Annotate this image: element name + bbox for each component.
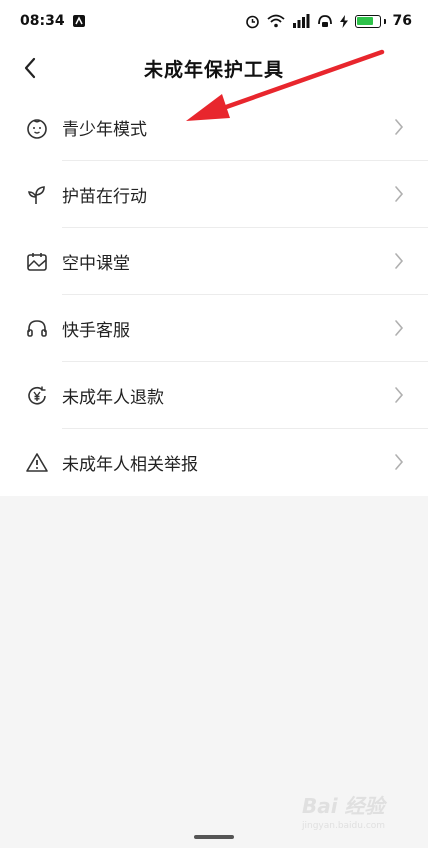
menu-item-label: 未成年人相关举报	[62, 455, 198, 475]
warning-icon	[24, 450, 50, 476]
refund-yen-icon	[24, 383, 50, 409]
chevron-right-icon	[394, 183, 408, 205]
wifi-icon	[266, 14, 285, 28]
hotspot-icon	[317, 14, 333, 28]
menu-item-label: 快手客服	[62, 321, 130, 341]
nav-bar: 未成年保护工具	[0, 42, 428, 94]
menu-item-teen-mode[interactable]: 青少年模式	[0, 94, 428, 161]
signal-icon	[292, 14, 310, 28]
menu-item-air-classroom[interactable]: 空中课堂	[0, 228, 428, 295]
home-indicator[interactable]	[194, 835, 234, 839]
menu-item-label: 护苗在行动	[62, 187, 147, 207]
menu-item-minor-report[interactable]: 未成年人相关举报	[0, 429, 428, 496]
status-left: 08:34	[20, 13, 86, 29]
chevron-right-icon	[394, 384, 408, 406]
menu-item-label: 空中课堂	[62, 254, 130, 274]
chevron-right-icon	[394, 250, 408, 272]
battery-icon	[354, 14, 381, 28]
status-time: 08:34	[20, 13, 65, 29]
headset-icon	[24, 316, 50, 342]
chevron-right-icon	[394, 116, 408, 138]
menu-item-label: 未成年人退款	[62, 388, 164, 408]
menu-list: 青少年模式 护苗在行动 空中课堂 快手客服 未成年人退款 未成年人相关举报	[0, 94, 428, 496]
alarm-icon	[245, 14, 260, 29]
page-title: 未成年保护工具	[143, 58, 284, 81]
sprout-icon	[24, 182, 50, 208]
battery-level: 76	[392, 13, 412, 29]
battery-fill	[357, 17, 373, 25]
watermark-url: jingyan.baidu.com	[302, 821, 386, 831]
menu-item-customer-service[interactable]: 快手客服	[0, 295, 428, 362]
status-bar: 08:34 76	[0, 0, 428, 42]
menu-item-seedling-action[interactable]: 护苗在行动	[0, 161, 428, 228]
chevron-left-icon	[24, 57, 36, 79]
chevron-right-icon	[394, 451, 408, 473]
battery-tip	[383, 18, 386, 24]
menu-item-label: 青少年模式	[62, 120, 147, 140]
child-face-icon	[24, 115, 50, 141]
watermark-logo: Bai 经验	[302, 794, 385, 818]
classroom-icon	[24, 249, 50, 275]
watermark: Bai 经验 jingyan.baidu.com	[302, 790, 412, 834]
back-button[interactable]	[14, 52, 46, 84]
menu-item-minor-refund[interactable]: 未成年人退款	[0, 362, 428, 429]
status-right: 76	[245, 13, 412, 29]
chevron-right-icon	[394, 317, 408, 339]
charging-icon	[339, 14, 348, 28]
battery-indicator	[354, 14, 386, 28]
notification-app-icon	[72, 14, 86, 28]
